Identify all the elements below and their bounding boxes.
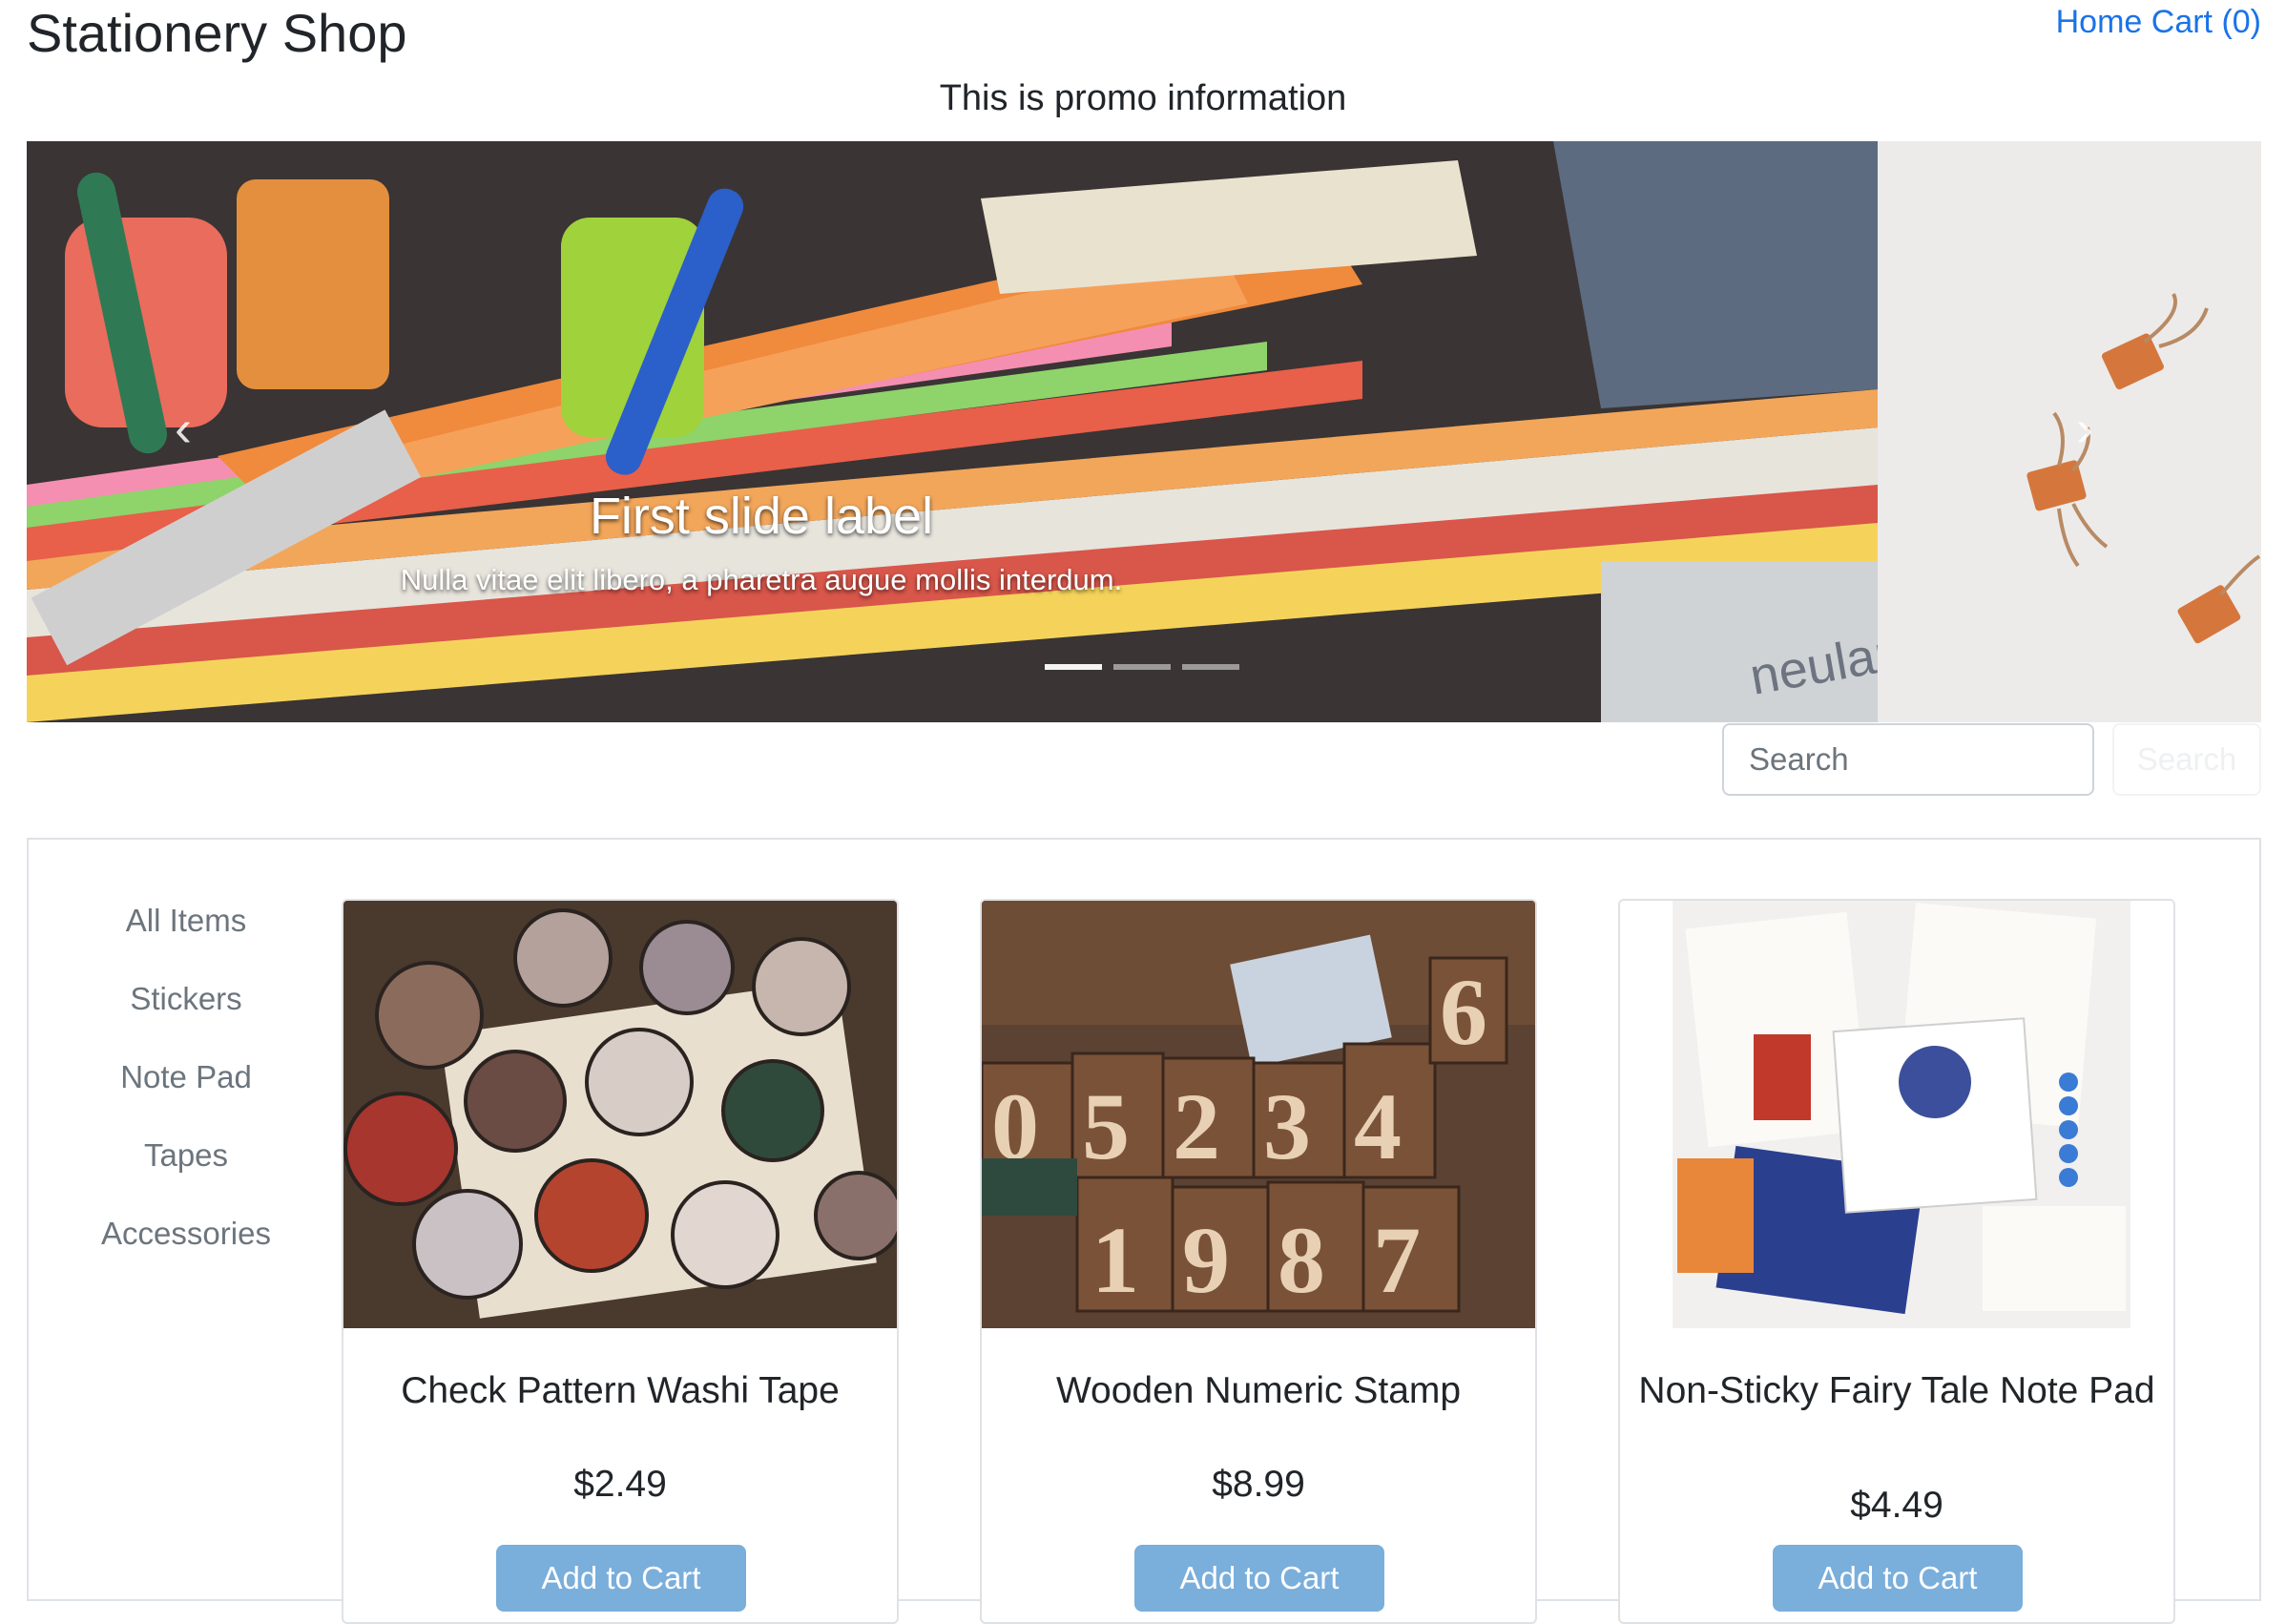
carousel-indicator-3[interactable]: [1182, 664, 1239, 670]
promo-banner: This is promo information: [939, 78, 1347, 118]
caption-text: Nulla vitae elit libero, a pharetra augu…: [400, 563, 1123, 596]
svg-text:7: 7: [1373, 1207, 1421, 1313]
product-image-wooden-stamp[interactable]: 052 346 1987: [982, 901, 1535, 1328]
slide-image-stationery: neulan: [27, 141, 1878, 722]
category-stickers[interactable]: Stickers: [29, 975, 343, 1053]
top-nav: Home Cart (0): [2056, 4, 2261, 41]
category-all-items[interactable]: All Items: [29, 897, 343, 975]
category-accessories[interactable]: Accessories: [29, 1210, 343, 1288]
carousel: neulan ‹ › First slide label Nulla vitae…: [27, 141, 2261, 722]
product-image-note-pad[interactable]: [1620, 901, 2173, 1328]
product-title[interactable]: Non-Sticky Fairy Tale Note Pad: [1630, 1368, 2164, 1414]
svg-text:2: 2: [1173, 1073, 1220, 1179]
carousel-indicator-2[interactable]: [1113, 664, 1171, 670]
svg-text:1: 1: [1091, 1207, 1139, 1313]
stationery-drawer-image: neulan: [27, 141, 1878, 722]
slide-image-binder-clips: [1878, 141, 2261, 722]
add-to-cart-button[interactable]: Add to Cart: [496, 1545, 746, 1612]
shop-brand[interactable]: Stationery Shop: [27, 2, 406, 64]
product-price: $2.49: [573, 1464, 667, 1505]
svg-text:4: 4: [1354, 1073, 1402, 1179]
search-button[interactable]: Search: [2112, 723, 2261, 796]
product-section: All Items Stickers Note Pad Tapes Access…: [27, 838, 2261, 1624]
caption-title: First slide label: [589, 488, 934, 545]
product-card: Non-Sticky Fairy Tale Note Pad $4.49 Add…: [1618, 899, 2175, 1624]
search-input[interactable]: [1722, 723, 2094, 796]
product-title[interactable]: Wooden Numeric Stamp: [991, 1368, 1526, 1414]
carousel-indicators: [1045, 664, 1239, 670]
svg-text:3: 3: [1263, 1073, 1311, 1179]
product-card: 052 346 1987 Wooden Numeric Stamp $8.99 …: [980, 899, 1537, 1624]
category-note-pad[interactable]: Note Pad: [29, 1053, 343, 1132]
carousel-prev-icon[interactable]: ‹: [175, 399, 192, 458]
svg-text:5: 5: [1082, 1073, 1130, 1179]
category-list: All Items Stickers Note Pad Tapes Access…: [29, 897, 343, 1288]
svg-text:9: 9: [1182, 1207, 1230, 1313]
nav-home-link[interactable]: Home: [2056, 4, 2143, 40]
product-title[interactable]: Check Pattern Washi Tape: [353, 1368, 887, 1414]
add-to-cart-button[interactable]: Add to Cart: [1134, 1545, 1384, 1612]
product-card: Check Pattern Washi Tape $2.49 Add to Ca…: [342, 899, 899, 1624]
product-image-washi-tape[interactable]: [343, 901, 897, 1328]
product-price: $4.49: [1850, 1485, 1943, 1526]
svg-text:6: 6: [1440, 959, 1487, 1065]
svg-text:8: 8: [1278, 1207, 1325, 1313]
product-price: $8.99: [1212, 1464, 1305, 1505]
binder-clips-image: [1878, 141, 2261, 722]
carousel-next-icon[interactable]: ›: [2076, 399, 2093, 458]
category-tapes[interactable]: Tapes: [29, 1132, 343, 1210]
carousel-caption: First slide label Nulla vitae elit liber…: [27, 487, 1496, 597]
carousel-indicator-1[interactable]: [1045, 664, 1102, 670]
add-to-cart-button[interactable]: Add to Cart: [1773, 1545, 2023, 1612]
nav-cart-link[interactable]: Cart (0): [2151, 4, 2261, 40]
